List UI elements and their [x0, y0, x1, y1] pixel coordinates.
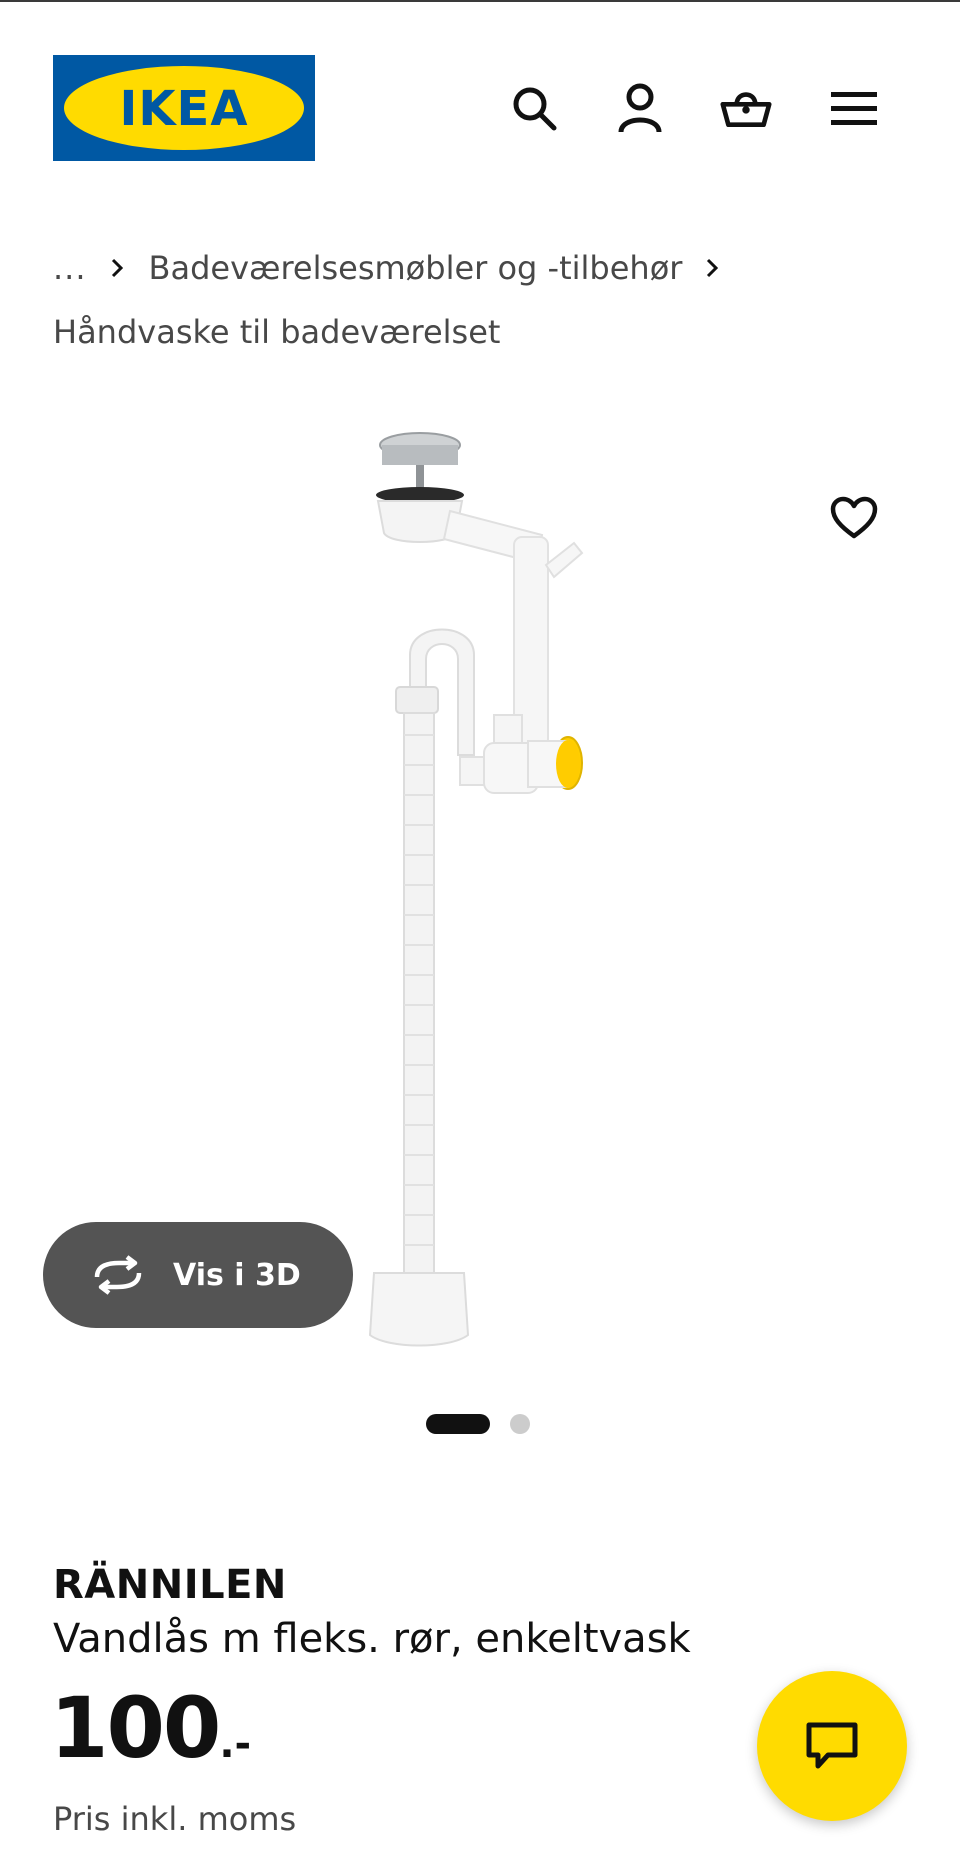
- product-price: 100 .-: [50, 1686, 251, 1770]
- view-3d-button[interactable]: Vis i 3D: [43, 1222, 353, 1328]
- product-page: IKEA ... Badeværelsesmøbler og -tilbehør…: [0, 0, 960, 1873]
- price-decimal: .-: [219, 1721, 252, 1767]
- top-divider: [0, 0, 960, 2]
- product-image[interactable]: [360, 425, 620, 1375]
- basket-icon[interactable]: [720, 82, 772, 134]
- search-icon[interactable]: [508, 82, 560, 134]
- gallery-pagination: [426, 1414, 530, 1434]
- logo-text: IKEA: [120, 81, 249, 137]
- breadcrumb: ... Badeværelsesmøbler og -tilbehør Hånd…: [53, 236, 913, 364]
- menu-icon[interactable]: [828, 82, 880, 134]
- price-integer: 100: [50, 1679, 221, 1777]
- product-description: Vandlås m fleks. rør, enkeltvask: [53, 1616, 691, 1662]
- chat-icon: [806, 1722, 858, 1769]
- breadcrumb-ellipsis[interactable]: ...: [53, 236, 87, 300]
- vat-note: Pris inkl. moms: [53, 1800, 297, 1838]
- gallery-dot-active[interactable]: [426, 1414, 490, 1434]
- breadcrumb-item-bathroom-furniture[interactable]: Badeværelsesmøbler og -tilbehør: [149, 236, 683, 300]
- ikea-logo[interactable]: IKEA: [53, 55, 315, 161]
- gallery-dot[interactable]: [510, 1414, 530, 1434]
- chevron-right-icon: [111, 258, 123, 278]
- account-icon[interactable]: [614, 82, 666, 134]
- product-name: RÄNNILEN: [53, 1562, 287, 1608]
- rotate-3d-icon: [89, 1255, 147, 1295]
- heart-icon[interactable]: [826, 490, 882, 546]
- view-3d-label: Vis i 3D: [173, 1257, 301, 1293]
- chevron-right-icon: [706, 258, 719, 278]
- breadcrumb-item-washbasins[interactable]: Håndvaske til badeværelset: [53, 300, 500, 364]
- chat-button[interactable]: [757, 1671, 907, 1821]
